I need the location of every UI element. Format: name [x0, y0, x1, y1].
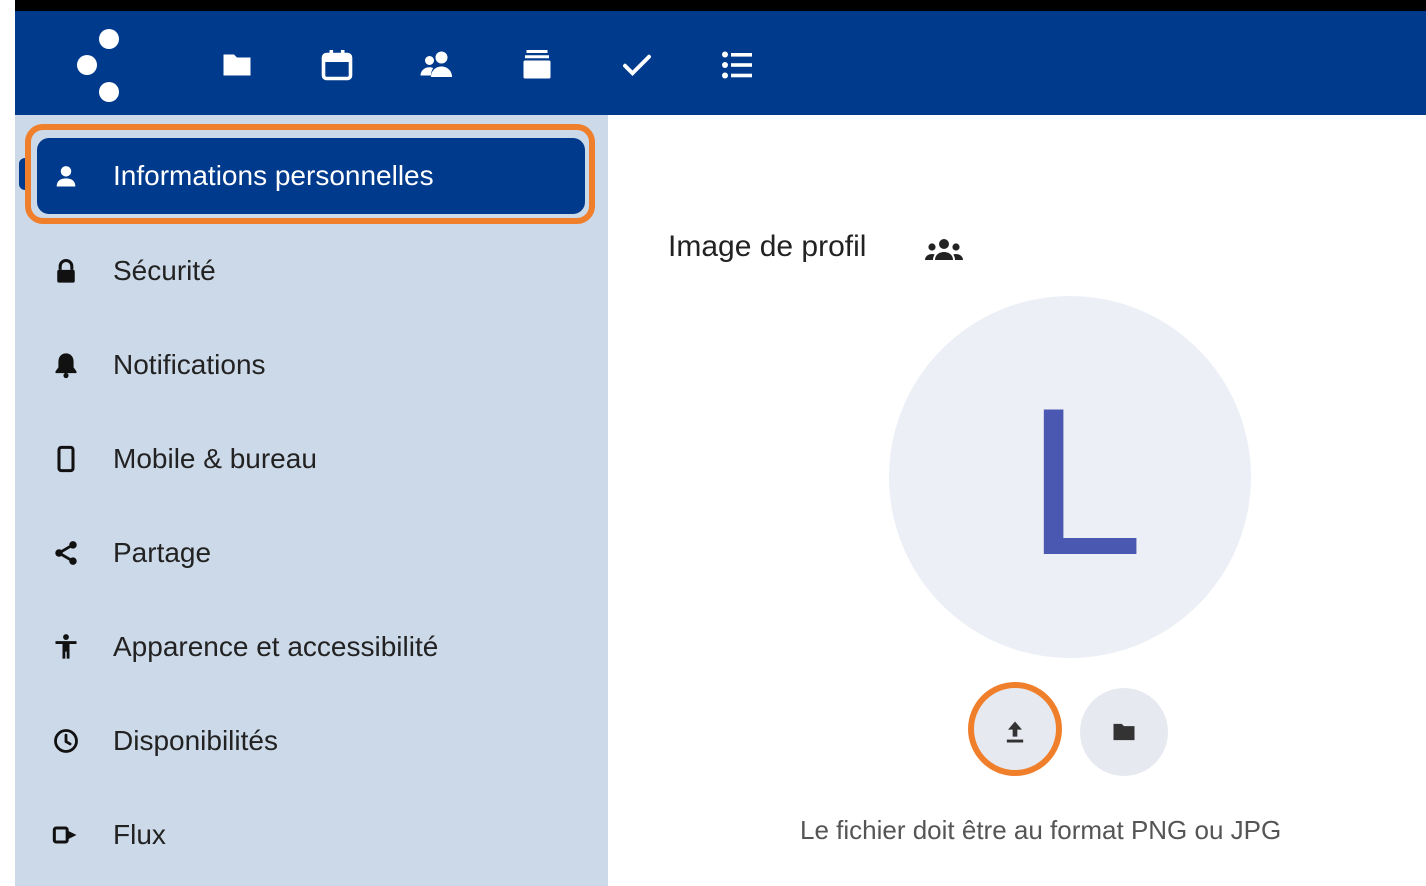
clock-icon — [49, 724, 83, 758]
sidebar-item-security[interactable]: Sécurité — [37, 233, 585, 309]
upload-button[interactable] — [971, 688, 1059, 776]
share-icon — [49, 536, 83, 570]
top-header — [15, 11, 1426, 115]
stack-icon[interactable] — [516, 44, 558, 86]
logo-icon[interactable] — [77, 29, 123, 104]
sidebar-item-availability[interactable]: Disponibilités — [37, 703, 585, 779]
calendar-icon[interactable] — [316, 44, 358, 86]
sidebar-item-label: Partage — [113, 537, 212, 568]
sidebar-item-label: Mobile & bureau — [113, 443, 317, 474]
sidebar-item-sharing[interactable]: Partage — [37, 515, 585, 591]
sidebar-item-mobile-desktop[interactable]: Mobile & bureau — [37, 421, 585, 497]
sidebar-item-label: Disponibilités — [113, 725, 278, 756]
user-icon — [49, 159, 83, 193]
lock-icon — [49, 254, 83, 288]
contacts-icon[interactable] — [416, 44, 458, 86]
group-icon[interactable] — [922, 236, 966, 264]
checkmark-icon[interactable] — [616, 44, 658, 86]
folder-icon — [1113, 723, 1135, 741]
file-format-hint: Le fichier doit être au format PNG ou JP… — [800, 815, 1282, 845]
avatar: L — [889, 296, 1251, 658]
sidebar-item-activity[interactable]: Flux — [37, 797, 585, 873]
sidebar-item-label: Sécurité — [113, 255, 216, 286]
accessibility-icon — [49, 630, 83, 664]
activity-icon — [49, 818, 83, 852]
app-window: Informations personnelles Sécurité Notif… — [0, 0, 1426, 886]
list-icon[interactable] — [716, 44, 758, 86]
window-top-border — [15, 0, 1426, 11]
sidebar-active-edge — [19, 158, 27, 190]
phone-icon — [49, 442, 83, 476]
sidebar-item-appearance[interactable]: Apparence et accessibilité — [37, 609, 585, 685]
sidebar-item-label: Apparence et accessibilité — [113, 631, 439, 662]
sidebar-item-label: Informations personnelles — [113, 160, 434, 191]
pick-file-button[interactable] — [1080, 688, 1168, 776]
sidebar-item-notifications[interactable]: Notifications — [37, 327, 585, 403]
section-title: Image de profil — [668, 230, 867, 263]
settings-sidebar: Informations personnelles Sécurité Notif… — [15, 115, 608, 886]
bell-icon — [49, 348, 83, 382]
sidebar-item-label: Notifications — [113, 349, 266, 380]
sidebar-item-personal-info[interactable]: Informations personnelles — [37, 138, 585, 214]
sidebar-item-label: Flux — [113, 819, 166, 850]
folder-icon[interactable] — [216, 44, 258, 86]
avatar-letter: L — [1026, 364, 1144, 599]
upload-icon — [1006, 721, 1024, 743]
